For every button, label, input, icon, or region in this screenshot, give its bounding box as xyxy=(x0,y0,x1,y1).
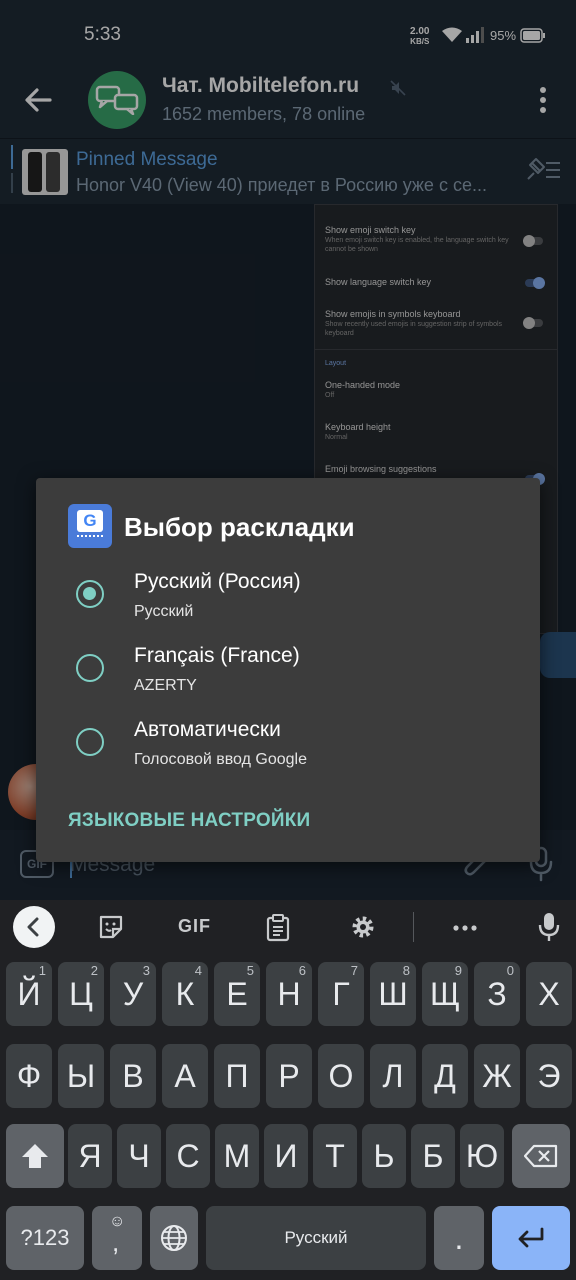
clipboard-icon[interactable] xyxy=(266,914,290,942)
option-label: Автоматически xyxy=(134,718,281,741)
key[interactable]: Е5 xyxy=(214,962,260,1026)
key-hint: 0 xyxy=(506,963,514,978)
key[interactable]: Й1 xyxy=(6,962,52,1026)
option-sublabel: Русский xyxy=(134,603,194,620)
shift-arrow-icon xyxy=(22,1144,48,1168)
backspace-key[interactable] xyxy=(512,1124,570,1188)
layout-option-french[interactable]: Français (France) AZERTY xyxy=(36,632,540,704)
enter-key[interactable] xyxy=(492,1206,570,1270)
radio-button[interactable] xyxy=(76,728,104,756)
key-label: К xyxy=(175,976,195,1012)
language-switch-key[interactable] xyxy=(150,1206,198,1270)
enter-arrow-icon xyxy=(518,1227,544,1248)
radio-button-checked[interactable] xyxy=(76,580,104,608)
dialog-title: Выбор раскладки xyxy=(124,512,355,542)
key[interactable]: Н6 xyxy=(266,962,312,1026)
key-label: З xyxy=(487,976,507,1012)
key-hint: 4 xyxy=(194,963,202,978)
key[interactable]: Ь xyxy=(362,1124,406,1188)
key[interactable]: О xyxy=(318,1044,364,1108)
option-label: Русский (Россия) xyxy=(134,570,301,593)
key-hint: 1 xyxy=(38,963,46,978)
key-hint: 2 xyxy=(90,963,98,978)
key[interactable]: П xyxy=(214,1044,260,1108)
key-label: У xyxy=(122,976,144,1012)
option-sublabel: AZERTY xyxy=(134,677,197,694)
key[interactable]: Ч xyxy=(117,1124,161,1188)
key[interactable]: Ш8 xyxy=(370,962,416,1026)
key-hint: 8 xyxy=(402,963,410,978)
key[interactable]: Щ9 xyxy=(422,962,468,1026)
toolbar-divider xyxy=(413,912,414,942)
key[interactable]: Ю xyxy=(460,1124,504,1188)
key[interactable]: У3 xyxy=(110,962,156,1026)
gif-tab-button[interactable]: GIF xyxy=(178,916,211,937)
key[interactable]: Ц2 xyxy=(58,962,104,1026)
key-hint: 7 xyxy=(350,963,358,978)
key-hint: 5 xyxy=(246,963,254,978)
keyboard-toolbar: GIF xyxy=(0,900,576,956)
layout-option-automatic[interactable]: Автоматически Голосовой ввод Google xyxy=(36,706,540,778)
key[interactable]: А xyxy=(162,1044,208,1108)
key-label: Ц xyxy=(69,976,93,1012)
space-key[interactable]: Русский xyxy=(206,1206,426,1270)
key-label: Е xyxy=(226,976,248,1012)
key[interactable]: В xyxy=(110,1044,156,1108)
layout-option-russian[interactable]: Русский (Россия) Русский xyxy=(36,558,540,630)
key-label: Щ xyxy=(430,976,460,1012)
option-sublabel: Голосовой ввод Google xyxy=(134,751,307,768)
key-label: Й xyxy=(17,976,41,1012)
toolbar-collapse-button[interactable] xyxy=(13,906,55,948)
shift-key[interactable] xyxy=(6,1124,64,1188)
chevron-left-icon xyxy=(27,917,39,937)
globe-icon xyxy=(161,1225,187,1251)
key[interactable]: Ж xyxy=(474,1044,520,1108)
key[interactable]: Р xyxy=(266,1044,312,1108)
comma-label: , xyxy=(112,1227,120,1257)
option-label: Français (France) xyxy=(134,644,300,667)
key-hint: 6 xyxy=(298,963,306,978)
key-label: Н xyxy=(277,976,301,1012)
gboard-logo-icon: G xyxy=(68,504,112,548)
input-method-dialog: G Выбор раскладки Русский (Россия) Русск… xyxy=(36,478,540,862)
key[interactable]: Д xyxy=(422,1044,468,1108)
key-label: Ш xyxy=(378,976,408,1012)
key-label: Х xyxy=(538,976,560,1012)
more-horizontal-icon[interactable] xyxy=(452,924,478,932)
sticker-icon[interactable] xyxy=(98,914,124,940)
language-settings-button[interactable]: ЯЗЫКОВЫЕ НАСТРОЙКИ xyxy=(68,810,310,832)
key[interactable]: И xyxy=(264,1124,308,1188)
symbols-key[interactable]: ?123 xyxy=(6,1206,84,1270)
key[interactable]: Л xyxy=(370,1044,416,1108)
period-key[interactable]: . xyxy=(434,1206,484,1270)
key[interactable]: С xyxy=(166,1124,210,1188)
key[interactable]: Х xyxy=(526,962,572,1026)
key[interactable]: Я xyxy=(68,1124,112,1188)
backspace-icon xyxy=(523,1144,558,1168)
key[interactable]: Ы xyxy=(58,1044,104,1108)
gear-icon[interactable] xyxy=(350,914,376,940)
radio-button[interactable] xyxy=(76,654,104,682)
key[interactable]: Г7 xyxy=(318,962,364,1026)
emoji-comma-key[interactable]: ☺ , xyxy=(92,1206,142,1270)
key-hint: 9 xyxy=(454,963,462,978)
key[interactable]: М xyxy=(215,1124,259,1188)
key[interactable]: Т xyxy=(313,1124,357,1188)
key[interactable]: З0 xyxy=(474,962,520,1026)
key[interactable]: Б xyxy=(411,1124,455,1188)
key-label: Г xyxy=(332,976,350,1012)
gboard-keyboard: GIF Й1Ц2У3К4Е5Н6Г7Ш8Щ9З0Х ФЫВАПРОЛДЖЭ Я … xyxy=(0,900,576,1280)
key[interactable]: К4 xyxy=(162,962,208,1026)
key-hint: 3 xyxy=(142,963,150,978)
voice-input-icon[interactable] xyxy=(538,912,560,942)
key[interactable]: Э xyxy=(526,1044,572,1108)
key[interactable]: Ф xyxy=(6,1044,52,1108)
